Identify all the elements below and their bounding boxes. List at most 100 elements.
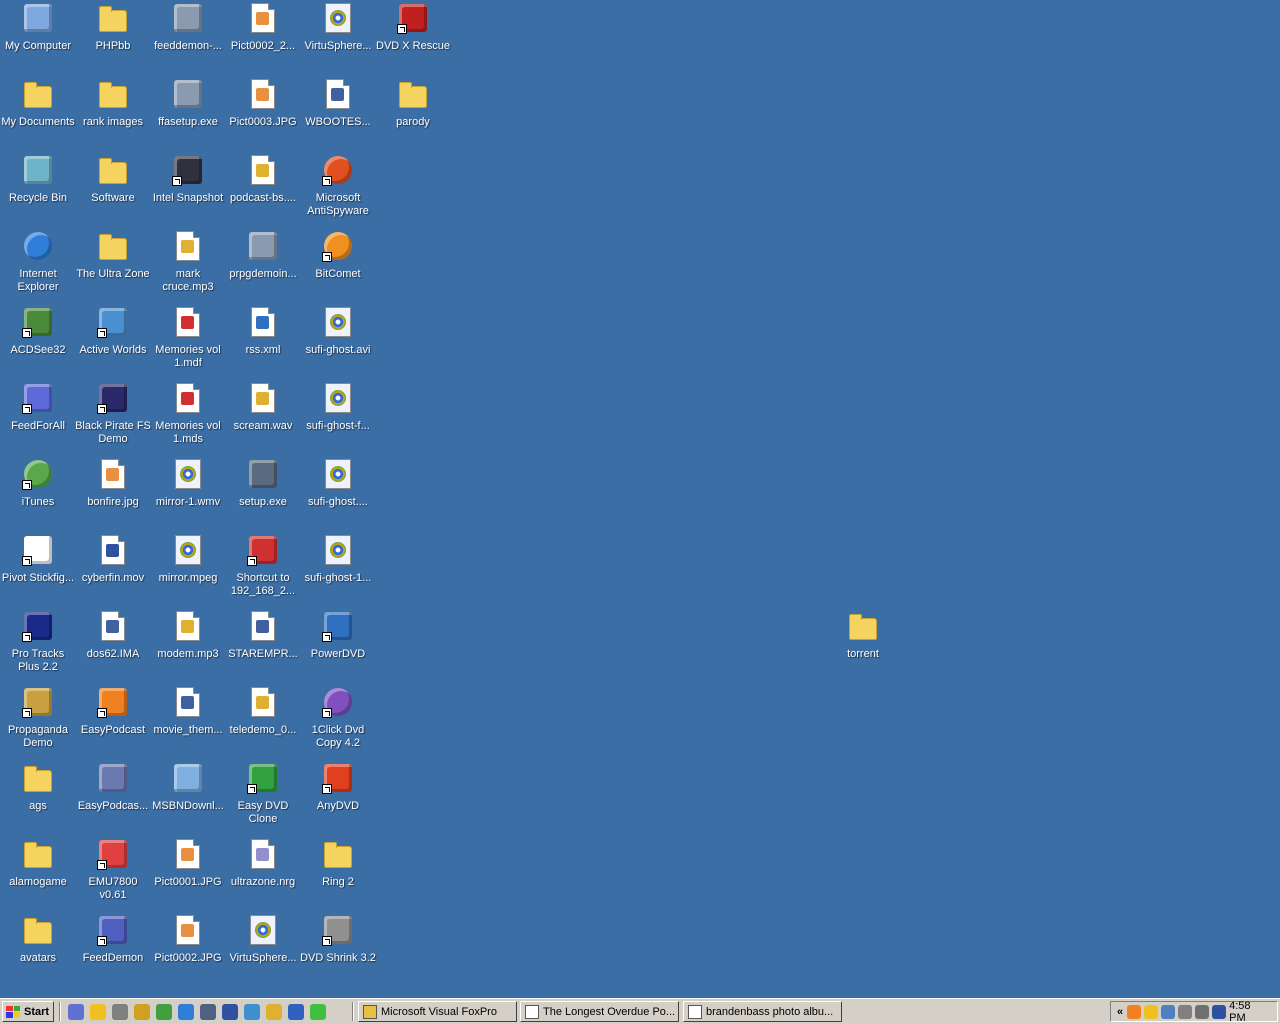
internet-explorer-icon[interactable]: [178, 1004, 194, 1020]
desktop-icon[interactable]: cyberfin.mov: [75, 532, 151, 606]
desktop-icon[interactable]: EasyPodcast: [75, 684, 151, 758]
desktop-icon-label: EasyPodcas...: [77, 800, 149, 812]
desktop-icon[interactable]: sufi-ghost-1...: [300, 532, 376, 606]
desktop-icon[interactable]: Black Pirate FS Demo: [75, 380, 151, 454]
desktop-icon[interactable]: DVD Shrink 3.2: [300, 912, 376, 986]
desktop-icon[interactable]: Pict0002_2...: [225, 0, 301, 74]
desktop-icon[interactable]: Ring 2: [300, 836, 376, 910]
desktop-icon[interactable]: DVD X Rescue: [375, 0, 451, 74]
desktop-icon[interactable]: mark cruce.mp3: [150, 228, 226, 302]
desktop-icon[interactable]: Shortcut to 192_168_2...: [225, 532, 301, 606]
tool-icon[interactable]: [112, 1004, 128, 1020]
clock[interactable]: 4:58 PM: [1229, 1000, 1267, 1024]
desktop-icon[interactable]: Pivot Stickfig...: [0, 532, 76, 606]
desktop-icon[interactable]: podcast-bs....: [225, 152, 301, 226]
mail-tray-icon[interactable]: [1212, 1004, 1227, 1019]
desktop-icon[interactable]: Pict0003.JPG: [225, 76, 301, 150]
desktop-icon[interactable]: My Documents: [0, 76, 76, 150]
winzip-icon[interactable]: [222, 1004, 238, 1020]
desktop-icon[interactable]: VirtuSphere...: [300, 0, 376, 74]
desktop-icon[interactable]: AnyDVD: [300, 760, 376, 834]
desktop-icon[interactable]: sufi-ghost....: [300, 456, 376, 530]
desktop-icon[interactable]: Microsoft AntiSpyware: [300, 152, 376, 226]
network-tray-icon[interactable]: [1161, 1004, 1176, 1019]
desktop-icon[interactable]: EasyPodcas...: [75, 760, 151, 834]
desktop-icon-label: iTunes: [21, 496, 55, 508]
desktop-icon[interactable]: ultrazone.nrg: [225, 836, 301, 910]
antispyware-tray-icon[interactable]: [1195, 1004, 1210, 1019]
desktop-icon[interactable]: FeedDemon: [75, 912, 151, 986]
desktop-icon[interactable]: EMU7800 v0.61: [75, 836, 151, 910]
desktop-icon[interactable]: VirtuSphere...: [225, 912, 301, 986]
desktop-icon[interactable]: BitComet: [300, 228, 376, 302]
desktop-icon[interactable]: parody: [375, 76, 451, 150]
desktop-icon[interactable]: 1Click Dvd Copy 4.2: [300, 684, 376, 758]
desktop-icon[interactable]: Recycle Bin: [0, 152, 76, 226]
green-app-icon[interactable]: [310, 1004, 326, 1020]
desktop-icon-label: mirror-1.wmv: [155, 496, 221, 508]
desktop-icon[interactable]: PHPbb: [75, 0, 151, 74]
desktop-icon[interactable]: Memories vol 1.mdf: [150, 304, 226, 378]
desktop[interactable]: My Computer My Documents Recycle Bin Intern…: [0, 0, 1280, 998]
desktop-icon[interactable]: Pict0001.JPG: [150, 836, 226, 910]
desktop-icon[interactable]: ffasetup.exe: [150, 76, 226, 150]
desktop-icon[interactable]: prpgdemoin...: [225, 228, 301, 302]
winamp-icon[interactable]: [134, 1004, 150, 1020]
desktop-icon[interactable]: PowerDVD: [300, 608, 376, 682]
messenger-icon[interactable]: [244, 1004, 260, 1020]
taskbar-button[interactable]: The Longest Overdue Po...: [520, 1001, 679, 1022]
desktop-icon[interactable]: dos62.IMA: [75, 608, 151, 682]
firefox-tray-icon[interactable]: [1127, 1004, 1142, 1019]
desktop-icon[interactable]: Intel Snapshot: [150, 152, 226, 226]
start-button[interactable]: Start: [2, 1001, 54, 1022]
desktop-icon[interactable]: setup.exe: [225, 456, 301, 530]
desktop-icon[interactable]: Easy DVD Clone: [225, 760, 301, 834]
taskbar-button[interactable]: brandenbass photo albu...: [683, 1001, 842, 1022]
desktop-icon[interactable]: iTunes: [0, 456, 76, 530]
desktop-icon[interactable]: mirror-1.wmv: [150, 456, 226, 530]
audio-icon[interactable]: [266, 1004, 282, 1020]
desktop-icon[interactable]: avatars: [0, 912, 76, 986]
aim-icon[interactable]: [90, 1004, 106, 1020]
desktop-icon[interactable]: Software: [75, 152, 151, 226]
music-icon[interactable]: [156, 1004, 172, 1020]
desktop-icon[interactable]: mirror.mpeg: [150, 532, 226, 606]
video-file-icon: [322, 534, 354, 566]
desktop-icon[interactable]: Propaganda Demo: [0, 684, 76, 758]
desktop-icon[interactable]: sufi-ghost.avi: [300, 304, 376, 378]
desktop-icon[interactable]: STAREMPR...: [225, 608, 301, 682]
desktop-icon[interactable]: MSBNDownl...: [150, 760, 226, 834]
desktop-icon[interactable]: rss.xml: [225, 304, 301, 378]
aim-tray-icon[interactable]: [1144, 1004, 1159, 1019]
desktop-icon[interactable]: scream.wav: [225, 380, 301, 454]
network-icon[interactable]: [200, 1004, 216, 1020]
browser-window-icon: [688, 1004, 702, 1019]
desktop-icon[interactable]: FeedForAll: [0, 380, 76, 454]
desktop-icon[interactable]: Memories vol 1.mds: [150, 380, 226, 454]
desktop-icon[interactable]: modem.mp3: [150, 608, 226, 682]
desktop-icon[interactable]: feeddemon-...: [150, 0, 226, 74]
tray-expand-button[interactable]: «: [1117, 1006, 1123, 1018]
desktop-icon[interactable]: WBOOTES...: [300, 76, 376, 150]
desktop-icon[interactable]: ags: [0, 760, 76, 834]
media-player-icon[interactable]: [288, 1004, 304, 1020]
desktop-icon[interactable]: movie_them...: [150, 684, 226, 758]
volume-tray-icon[interactable]: [1178, 1004, 1193, 1019]
desktop-icon[interactable]: teledemo_0...: [225, 684, 301, 758]
desktop-icon[interactable]: bonfire.jpg: [75, 456, 151, 530]
desktop-icon[interactable]: The Ultra Zone: [75, 228, 151, 302]
desktop-icon[interactable]: torrent: [825, 608, 901, 682]
desktop-icon[interactable]: Pro Tracks Plus 2.2: [0, 608, 76, 682]
taskbar-button[interactable]: Microsoft Visual FoxPro: [358, 1001, 517, 1022]
desktop-icon[interactable]: sufi-ghost-f...: [300, 380, 376, 454]
desktop-icon[interactable]: Pict0002.JPG: [150, 912, 226, 986]
desktop-icon-label: Recycle Bin: [8, 192, 68, 204]
desktop-icon[interactable]: alamogame: [0, 836, 76, 910]
desktop-icon[interactable]: rank images: [75, 76, 151, 150]
desktop-icon[interactable]: My Computer: [0, 0, 76, 74]
feeddemon-icon[interactable]: [68, 1004, 84, 1020]
desktop-icon[interactable]: Internet Explorer: [0, 228, 76, 302]
folder-icon: [322, 838, 354, 870]
desktop-icon[interactable]: Active Worlds: [75, 304, 151, 378]
desktop-icon[interactable]: ACDSee32: [0, 304, 76, 378]
